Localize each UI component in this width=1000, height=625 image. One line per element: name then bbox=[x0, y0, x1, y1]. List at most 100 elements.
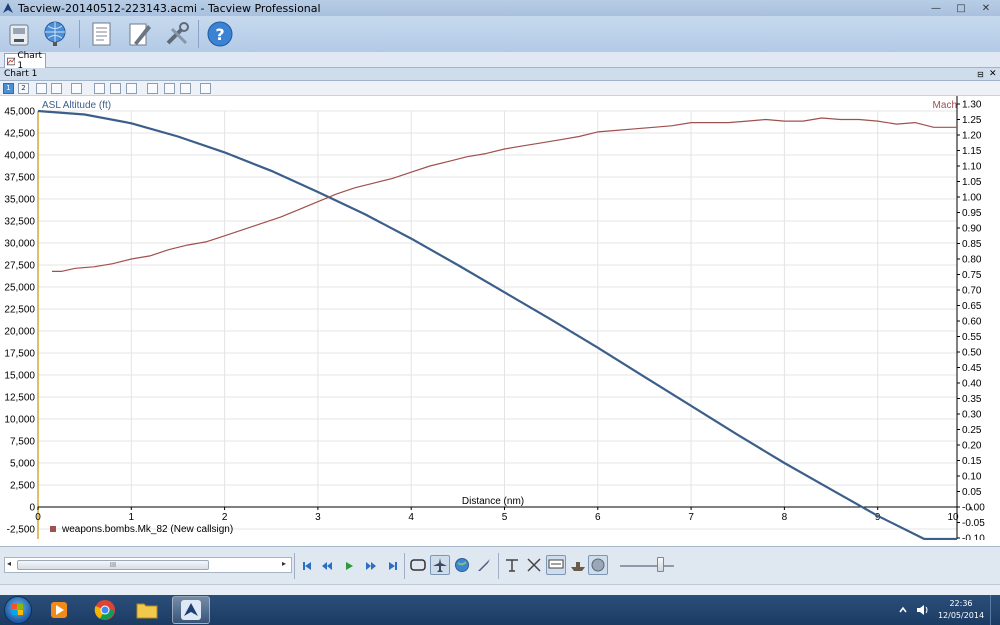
x-tick-label: 4 bbox=[408, 512, 414, 523]
right-tick-label: 1.20 bbox=[962, 131, 982, 142]
show-hidden-icons-icon[interactable] bbox=[898, 605, 908, 615]
left-tick-label: 32,500 bbox=[4, 217, 35, 228]
left-tick-label: 42,500 bbox=[4, 129, 35, 140]
right-tick-label: 0.50 bbox=[962, 348, 982, 359]
left-axis-label: ASL Altitude (ft) bbox=[42, 100, 111, 111]
labels-toggle-icon[interactable] bbox=[546, 555, 566, 575]
scroll-thumb[interactable]: III bbox=[17, 560, 209, 570]
add-series-icon[interactable] bbox=[164, 83, 175, 94]
right-tick-label: -0.00 bbox=[962, 503, 985, 514]
globe-network-icon[interactable] bbox=[38, 17, 72, 51]
edit-notes-icon[interactable] bbox=[122, 17, 156, 51]
chrome-taskbar-button[interactable] bbox=[86, 596, 124, 624]
right-tick-label: 0.35 bbox=[962, 394, 982, 405]
media-player-taskbar-button[interactable] bbox=[40, 596, 78, 624]
copy-chart-icon[interactable] bbox=[147, 83, 158, 94]
chart-mode-1-button[interactable]: 1 bbox=[3, 83, 14, 94]
fast-forward-icon[interactable] bbox=[362, 558, 380, 574]
chart-layout-alt-icon[interactable] bbox=[51, 83, 62, 94]
volume-icon[interactable] bbox=[916, 604, 930, 616]
axis-scale-a-icon[interactable] bbox=[94, 83, 105, 94]
tools-icon[interactable] bbox=[160, 17, 194, 51]
left-tick-label: 12,500 bbox=[4, 393, 35, 404]
play-icon[interactable] bbox=[340, 558, 358, 574]
document-tab-bar: Chart 1 bbox=[0, 51, 1000, 71]
export-excel-icon[interactable] bbox=[200, 83, 211, 94]
right-tick-label: 0.40 bbox=[962, 379, 982, 390]
clock-date: 12/05/2014 bbox=[937, 611, 985, 620]
close-button[interactable]: ✕ bbox=[974, 0, 998, 16]
globe-view-icon[interactable] bbox=[452, 555, 472, 575]
terrain-toggle-icon[interactable] bbox=[588, 555, 608, 575]
playback-bar: ◂ III ▸ bbox=[0, 546, 1000, 584]
toolbar-separator bbox=[79, 20, 80, 48]
minimize-button[interactable]: — bbox=[924, 0, 948, 16]
ship-objects-icon[interactable] bbox=[568, 555, 588, 575]
right-tick-label: 0.70 bbox=[962, 286, 982, 297]
right-tick-label: -0.10 bbox=[962, 534, 985, 541]
right-tick-label: 0.60 bbox=[962, 317, 982, 328]
skip-end-icon[interactable] bbox=[384, 558, 402, 574]
x-tick-label: 5 bbox=[502, 512, 508, 523]
weapon-view-icon[interactable] bbox=[474, 555, 494, 575]
zoom-slider-thumb[interactable] bbox=[657, 557, 664, 572]
right-tick-label: 0.30 bbox=[962, 410, 982, 421]
chart-layout-icon[interactable] bbox=[36, 83, 47, 94]
scroll-right-icon[interactable]: ▸ bbox=[282, 559, 286, 568]
legend-swatch bbox=[50, 526, 56, 532]
legend-label: weapons.bombs.Mk_82 (New callsign) bbox=[61, 524, 233, 535]
explorer-taskbar-button[interactable] bbox=[128, 596, 166, 624]
axis-scale-c-icon[interactable] bbox=[126, 83, 137, 94]
zoom-slider-track[interactable] bbox=[620, 565, 674, 567]
right-tick-label: 0.80 bbox=[962, 255, 982, 266]
x-tick-label: 6 bbox=[595, 512, 601, 523]
chrome-icon bbox=[94, 600, 115, 620]
rewind-icon[interactable] bbox=[318, 558, 336, 574]
main-toolbar: ? bbox=[0, 16, 1000, 52]
cockpit-view-icon[interactable] bbox=[408, 555, 428, 575]
panel-title: Chart 1 bbox=[4, 69, 38, 79]
windows-logo-icon bbox=[12, 604, 23, 615]
right-tick-label: 1.15 bbox=[962, 146, 982, 157]
x-tick-label: 10 bbox=[947, 512, 959, 523]
x-tick-label: 3 bbox=[315, 512, 321, 523]
left-tick-label: 40,000 bbox=[4, 151, 35, 162]
help-icon[interactable]: ? bbox=[203, 17, 237, 51]
right-tick-label: 0.05 bbox=[962, 487, 982, 498]
maximize-button[interactable]: □ bbox=[949, 0, 973, 16]
playbar-separator bbox=[498, 553, 499, 579]
measure-tool-icon[interactable] bbox=[524, 555, 544, 575]
left-tick-label: 5,000 bbox=[10, 459, 35, 470]
marker-tool-icon[interactable] bbox=[502, 555, 522, 575]
timeline-scrollbar[interactable]: ◂ III ▸ bbox=[4, 557, 292, 573]
pin-panel-icon[interactable]: ⊟ bbox=[977, 68, 987, 81]
aircraft-view-icon[interactable] bbox=[430, 555, 450, 575]
axis-scale-b-icon[interactable] bbox=[110, 83, 121, 94]
tab-chart-1[interactable]: Chart 1 bbox=[4, 51, 46, 71]
skip-start-icon[interactable] bbox=[298, 558, 316, 574]
right-tick-label: 0.90 bbox=[962, 224, 982, 235]
start-button[interactable] bbox=[4, 596, 32, 624]
scroll-left-icon[interactable]: ◂ bbox=[7, 559, 11, 568]
remove-series-icon[interactable] bbox=[180, 83, 191, 94]
tacview-taskbar-button[interactable] bbox=[172, 596, 210, 624]
right-axis-ticks: 1.30 1.25 1.20 1.15 1.10 1.05 1.00 0.95 0.90 0.85… bbox=[957, 100, 985, 541]
open-file-icon[interactable] bbox=[2, 17, 36, 51]
right-tick-label: 0.20 bbox=[962, 441, 982, 452]
zoom-icon[interactable] bbox=[71, 83, 82, 94]
chart-mode-2-button[interactable]: 2 bbox=[18, 83, 29, 94]
show-desktop-button[interactable] bbox=[990, 595, 1000, 625]
x-tick-label: 7 bbox=[688, 512, 694, 523]
close-panel-icon[interactable]: ✕ bbox=[989, 68, 999, 81]
taskbar-clock[interactable]: 22:36 12/05/2014 bbox=[936, 598, 986, 622]
system-tray bbox=[898, 595, 930, 625]
left-tick-label: 2,500 bbox=[10, 481, 35, 492]
document-list-icon[interactable] bbox=[84, 17, 118, 51]
flight-chart[interactable]: 45,00042,50040,00037,50035,00032,50030,0… bbox=[0, 96, 1000, 540]
right-tick-label: 1.05 bbox=[962, 177, 982, 188]
left-tick-label: 37,500 bbox=[4, 173, 35, 184]
windows-taskbar: 22:36 12/05/2014 bbox=[0, 595, 1000, 625]
playbar-separator bbox=[294, 553, 295, 579]
x-tick-label: 2 bbox=[222, 512, 228, 523]
right-tick-label: 0.65 bbox=[962, 301, 982, 312]
